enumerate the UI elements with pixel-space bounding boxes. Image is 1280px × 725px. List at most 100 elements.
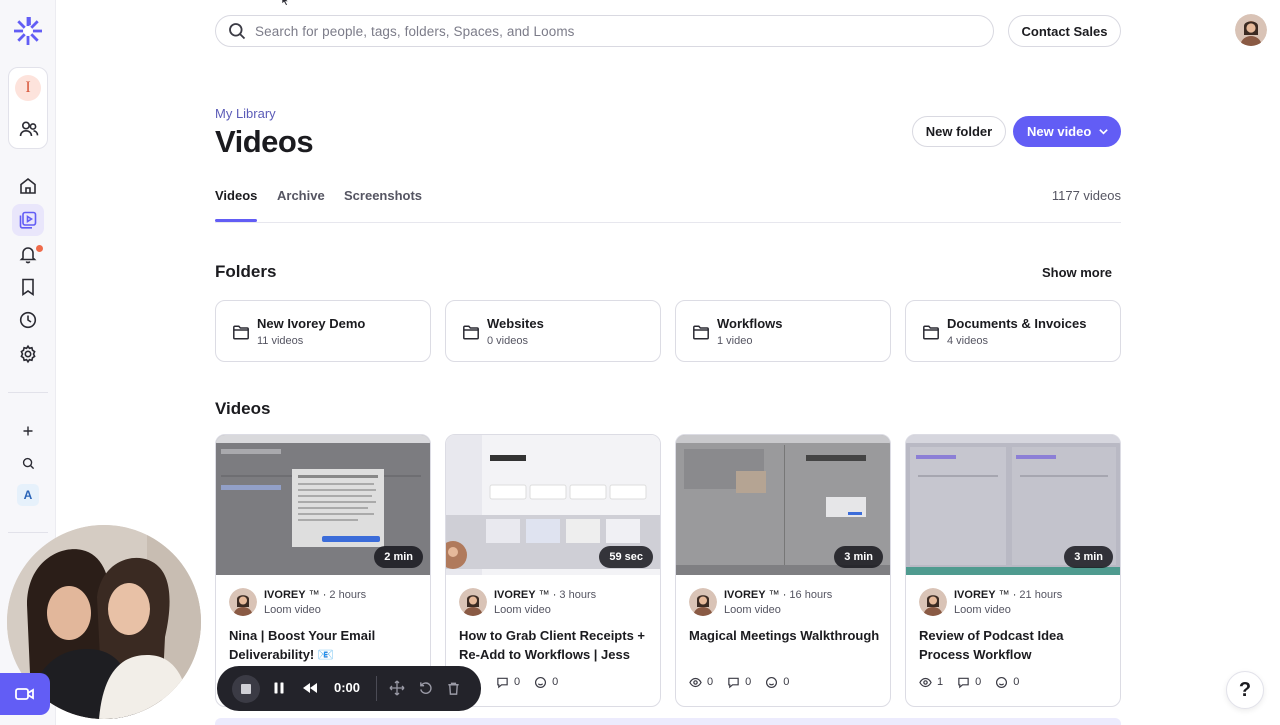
video-card[interactable]: 3 min IVOREY ™ · 21 hours Loom video Rev… [905,434,1121,707]
duration-badge: 3 min [1064,546,1113,568]
comment-icon [728,677,739,688]
tab-screenshots[interactable]: Screenshots [344,188,422,203]
views-count: 1 [937,676,944,688]
workspace-avatar[interactable]: I [15,75,41,101]
search-spaces-button[interactable] [16,451,40,475]
loom-logo-icon[interactable] [13,16,43,46]
owner-mark: ™ [308,589,320,601]
search-bar[interactable]: Search for people, tags, folders, Spaces… [215,15,994,47]
folders-heading: Folders [215,262,277,281]
elapsed-time: 0:00 [334,680,361,695]
video-camera-icon [15,688,34,700]
views-stat: 1 [919,676,943,689]
members-icon[interactable] [19,119,39,139]
owner-name[interactable]: IVOREY [264,589,306,601]
nav-history[interactable] [12,304,44,336]
owner-line: IVOREY ™ · 3 hours [494,589,597,601]
video-count: 1177 videos [1051,188,1121,203]
space-avatar[interactable]: A [17,484,39,506]
delete-button[interactable] [442,677,464,699]
nav-watch-later[interactable] [12,271,44,303]
reactions-stat: 0 [534,676,558,689]
folder-card[interactable]: New Ivorey Demo 11 videos [215,300,431,362]
drag-handle[interactable] [386,677,408,699]
restart-icon [419,681,432,694]
owner-avatar [689,588,717,616]
folder-count: 11 videos [257,335,304,347]
comments-stat: 0 [957,676,981,689]
owner-mark: ™ [768,589,780,601]
eye-icon [919,677,932,687]
folder-count: 4 videos [947,335,988,347]
folder-name: Workflows [717,316,783,331]
user-avatar[interactable] [1235,14,1267,46]
folder-card[interactable]: Websites 0 videos [445,300,661,362]
folder-name: Websites [487,316,544,331]
video-card[interactable]: 3 min IVOREY ™ · 16 hours Loom video Mag… [675,434,891,707]
search-input[interactable]: Search for people, tags, folders, Spaces… [255,24,575,39]
reactions-stat: 0 [765,676,789,689]
video-card[interactable]: 59 sec IVOREY ™ · 3 hours Loom video How… [445,434,661,707]
breadcrumb[interactable]: My Library [215,106,276,121]
show-more-button[interactable]: Show more [1034,262,1120,282]
owner-name[interactable]: IVOREY [494,589,536,601]
nav-notifications[interactable] [12,238,44,270]
folder-icon [693,325,709,340]
library-icon [19,211,37,229]
videos-heading: Videos [215,399,271,418]
mouse-cursor-icon [281,0,290,6]
video-type: Loom video [264,604,321,616]
trash-icon [447,682,459,695]
new-video-label: New video [1027,124,1092,139]
add-space-button[interactable] [16,419,40,443]
stop-button[interactable] [232,675,260,703]
contact-sales-button[interactable]: Contact Sales [1008,15,1121,47]
owner-avatar [459,588,487,616]
folder-name: New Ivorey Demo [257,316,366,331]
owner-line: IVOREY ™ · 21 hours [954,589,1063,601]
restart-button[interactable] [414,677,436,699]
video-type: Loom video [954,604,1011,616]
workspace-switcher[interactable]: I [8,67,48,149]
page-title: Videos [215,124,314,159]
duration-badge: 59 sec [599,546,653,568]
eye-icon [689,677,702,687]
search-icon [229,23,246,40]
tab-archive[interactable]: Archive [277,188,325,203]
video-title[interactable]: Nina | Boost Your Email Deliverability! … [229,626,421,664]
new-folder-button[interactable]: New folder [912,116,1006,147]
video-title[interactable]: Magical Meetings Walkthrough [689,626,881,645]
nav-library[interactable] [12,204,44,236]
owner-name[interactable]: IVOREY [954,589,996,601]
drag-handle-icon [389,680,405,696]
clock-icon [19,311,37,329]
new-video-button[interactable]: New video [1013,116,1121,147]
rewind-button[interactable] [299,677,321,699]
tab-videos[interactable]: Videos [215,188,257,203]
owner-avatar [919,588,947,616]
notification-dot [36,245,43,252]
duration-badge: 3 min [834,546,883,568]
owner-line: IVOREY ™ · 16 hours [724,589,833,601]
pause-button[interactable] [268,677,290,699]
folder-card[interactable]: Workflows 1 video [675,300,891,362]
help-button[interactable]: ? [1226,671,1264,709]
owner-mark: ™ [998,589,1010,601]
chevron-down-icon [1099,129,1108,135]
video-title[interactable]: Review of Podcast Idea Process Workflow [919,626,1111,664]
comments-stat: 0 [727,676,751,689]
nav-settings[interactable] [12,338,44,370]
recorder-toggle-button[interactable] [0,673,50,715]
nav-home[interactable] [12,170,44,202]
comment-icon [958,677,969,688]
video-meta: IVOREY ™ · 2 hours Loom video [229,588,419,618]
video-age: 21 hours [1019,589,1063,601]
video-stats: 0 0 [496,675,572,689]
folder-card[interactable]: Documents & Invoices 4 videos [905,300,1121,362]
plus-icon [23,426,33,436]
owner-name[interactable]: IVOREY [724,589,766,601]
video-age: 16 hours [789,589,833,601]
rail-divider [8,392,48,393]
rewind-icon [303,683,317,693]
video-title[interactable]: How to Grab Client Receipts + Re-Add to … [459,626,651,664]
